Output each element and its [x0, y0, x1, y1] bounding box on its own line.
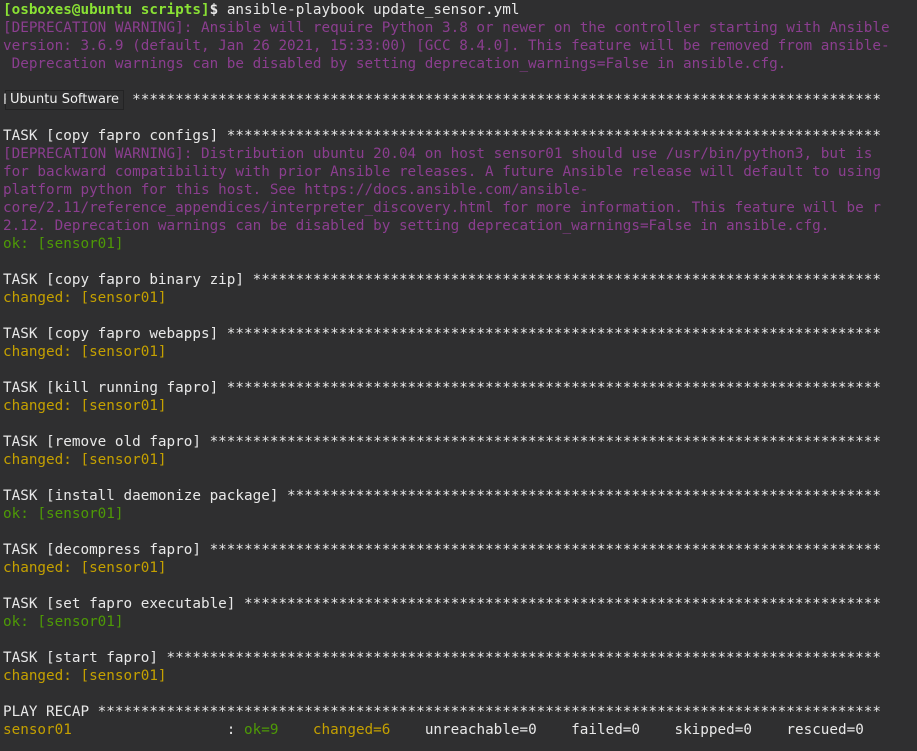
- recap-unreachable: unreachable=0: [424, 722, 537, 738]
- play-recap-header: PLAY RECAP *****************************…: [3, 704, 881, 720]
- recap-ok: ok=9: [244, 722, 279, 738]
- task-result-changed: changed: [sensor01]: [3, 560, 167, 576]
- deprecation-warning-line: [DEPRECATION WARNING]: Ansible will requ…: [3, 20, 890, 36]
- task-result-changed: changed: [sensor01]: [3, 452, 167, 468]
- ubuntu-software-tooltip: Ubuntu Software: [6, 91, 124, 109]
- task-result-ok: ok: [sensor01]: [3, 506, 124, 522]
- deprecation-warning-line: core/2.11/reference_appendices/interpret…: [3, 200, 881, 216]
- task-title: TASK [copy fapro webapps] **************…: [3, 326, 881, 342]
- play-recap-row: sensor01 : ok=9 changed=6 unreachable=0 …: [0, 721, 917, 739]
- task-title: TASK [copy fapro binary zip] ***********…: [3, 272, 881, 288]
- prompt-close-bracket: ]: [201, 2, 210, 18]
- task-result-ok: ok: [sensor01]: [3, 236, 124, 252]
- recap-colon: :: [71, 722, 245, 738]
- task-result-changed: changed: [sensor01]: [3, 398, 167, 414]
- prompt-cwd: scripts: [140, 2, 201, 18]
- task-result-changed: changed: [sensor01]: [3, 344, 167, 360]
- recap-changed: changed=6: [312, 722, 391, 738]
- deprecation-warning-line: Deprecation warnings can be disabled by …: [3, 56, 787, 72]
- task-title: TASK [decompress fapro] ****************…: [3, 542, 881, 558]
- task-title: TASK [remove old fapro] ****************…: [3, 434, 881, 450]
- deprecation-warning-line: version: 3.6.9 (default, Jan 26 2021, 15…: [3, 38, 890, 54]
- deprecation-warning-line: 2.12. Deprecation warnings can be disabl…: [3, 218, 830, 234]
- task-title: TASK [start fapro] *********************…: [3, 650, 881, 666]
- task-title: TASK [copy fapro configs] **************…: [3, 128, 881, 144]
- prompt-user-host: [osboxes@ubuntu: [3, 2, 133, 18]
- task-title: TASK [kill running fapro] **************…: [3, 380, 881, 396]
- prompt-dollar: $: [209, 2, 219, 18]
- command-text: ansible-playbook update_sensor.yml: [226, 2, 520, 18]
- recap-rescued: rescued=0: [786, 722, 864, 738]
- recap-host: sensor01: [3, 722, 72, 738]
- terminal-window[interactable]: [osboxes@ubuntu scripts]$ ansible-playbo…: [0, 0, 917, 751]
- recap-skipped: skipped=0: [674, 722, 752, 738]
- play-line: PLAY [sensors] *************************…: [3, 92, 881, 108]
- task-result-changed: changed: [sensor01]: [3, 290, 167, 306]
- deprecation-warning-line: [DEPRECATION WARNING]: Distribution ubun…: [3, 146, 873, 162]
- task-title: TASK [set fapro executable] ************…: [3, 596, 881, 612]
- deprecation-warning-line: platform python for this host. See https…: [3, 182, 589, 198]
- deprecation-warning-line: for backward compatibility with prior An…: [3, 164, 881, 180]
- task-title: TASK [install daemonize package] *******…: [3, 488, 881, 504]
- prompt-line: [osboxes@ubuntu scripts]$ ansible-playbo…: [0, 1, 917, 19]
- task-result-ok: ok: [sensor01]: [3, 614, 124, 630]
- task-result-changed: changed: [sensor01]: [3, 668, 167, 684]
- recap-failed: failed=0: [571, 722, 641, 738]
